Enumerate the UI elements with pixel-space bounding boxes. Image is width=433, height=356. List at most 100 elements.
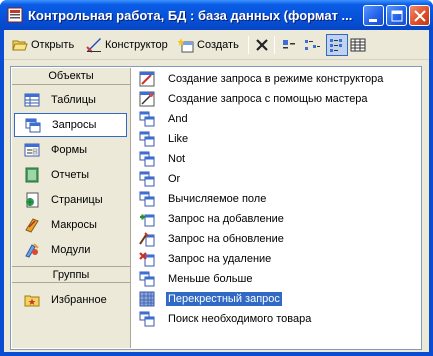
report-icon [25, 167, 39, 183]
open-button[interactable]: Открыть [12, 34, 74, 56]
designer-label: Конструктор [105, 39, 168, 51]
list-item-label: Вычисляемое поле [168, 193, 267, 205]
list-item-label: Like [168, 133, 189, 145]
wizard-design-icon [139, 71, 155, 87]
list-item-label: Запрос на добавление [168, 213, 284, 225]
select-query-icon [139, 271, 155, 287]
sidebar-item-label: Формы [51, 144, 88, 156]
table-icon [24, 93, 40, 107]
small-icons-button[interactable] [304, 34, 320, 56]
queries-list: Создание запроса в режиме конструктора С… [139, 69, 419, 339]
query-icon [25, 118, 41, 133]
toolbar-separator [274, 36, 275, 54]
sidebar-item-queries[interactable]: Запросы [14, 113, 127, 137]
window-title: Контрольная работа, БД : база данных (фо… [28, 8, 353, 23]
create-label: Создать [197, 39, 239, 51]
sidebar-item-label: Отчеты [51, 169, 90, 181]
open-icon [12, 40, 28, 51]
database-icon [7, 7, 23, 23]
sidebar-item-favorites[interactable]: Избранное [14, 288, 127, 312]
title-bar[interactable]: Контрольная работа, БД : база данных (фо… [0, 0, 433, 30]
favorites-icon [24, 295, 40, 307]
open-label: Открыть [31, 39, 75, 51]
sidebar-item-modules[interactable]: Модули [14, 238, 127, 262]
close-icon [414, 10, 426, 22]
list-item-label: Перекрестный запрос [166, 292, 282, 306]
minimize-icon [369, 19, 377, 22]
sidebar-item-label: Модули [51, 244, 91, 256]
groups-header[interactable]: Группы [12, 266, 130, 283]
sidebar-item-macros[interactable]: Макросы [14, 213, 127, 237]
list-item-delete-query[interactable]: Запрос на удаление [139, 249, 273, 269]
list-item-label: Создание запроса с помощью мастера [168, 93, 368, 105]
macro-icon [25, 218, 39, 233]
list-item-label: Меньше больше [168, 273, 253, 285]
details-view-button[interactable] [350, 34, 366, 56]
sidebar-item-tables[interactable]: Таблицы [14, 88, 127, 112]
sidebar-item-forms[interactable]: Формы [14, 138, 127, 162]
delete-query-icon [139, 252, 155, 267]
sidebar-item-label: Макросы [51, 219, 97, 231]
list-item-label: Or [168, 173, 181, 185]
large-icons-button[interactable] [281, 34, 297, 56]
sidebar-item-label: Страницы [51, 194, 103, 206]
list-item-label: Поиск необходимого товара [168, 313, 312, 325]
sidebar-item-label: Таблицы [51, 94, 96, 106]
select-query-icon [139, 171, 155, 187]
small-icons-icon [305, 40, 320, 50]
page-icon [26, 192, 39, 208]
list-item-update-query[interactable]: Запрос на обновление [139, 229, 286, 249]
list-item-less-greater[interactable]: Меньше больше [139, 269, 254, 289]
large-icons-icon [283, 40, 295, 49]
list-item-label: Создание запроса в режиме конструктора [168, 73, 384, 85]
objects-sidebar: Объекты Таблицы Запросы Формы Отчеты Стр… [12, 68, 131, 348]
append-query-icon [140, 214, 155, 227]
select-query-icon [139, 191, 155, 207]
list-item-label: Not [168, 153, 186, 165]
close-button[interactable] [409, 5, 430, 26]
list-item-calculated-field[interactable]: Вычисляемое поле [139, 189, 268, 209]
select-query-icon [139, 131, 155, 147]
toolbar-separator [248, 36, 249, 54]
select-query-icon [139, 111, 155, 127]
toolbar: Открыть Конструктор Создать [4, 30, 429, 60]
minimize-button[interactable] [363, 5, 384, 26]
maximize-button[interactable] [386, 5, 407, 26]
sidebar-item-label: Избранное [51, 294, 107, 306]
list-item-crosstab-query[interactable]: Перекрестный запрос [139, 289, 282, 309]
delete-button[interactable] [254, 34, 270, 56]
objects-header[interactable]: Объекты [12, 68, 130, 85]
list-view-button[interactable] [326, 34, 348, 56]
delete-x-icon [256, 39, 268, 51]
list-item-product-search[interactable]: Поиск необходимого товара [139, 309, 313, 329]
module-icon [25, 243, 39, 258]
database-window: Контрольная работа, БД : база данных (фо… [0, 0, 433, 356]
list-item-or[interactable]: Or [139, 169, 182, 189]
wizard-icon [139, 91, 155, 107]
form-icon [24, 143, 40, 157]
list-item-label: Запрос на обновление [168, 233, 284, 245]
list-item-create-with-wizard[interactable]: Создание запроса с помощью мастера [139, 89, 370, 109]
sidebar-item-pages[interactable]: Страницы [14, 188, 127, 212]
new-object-icon [178, 38, 194, 53]
list-item-label: Запрос на удаление [168, 253, 272, 265]
update-query-icon [139, 232, 155, 247]
list-item-and[interactable]: And [139, 109, 190, 129]
designer-button[interactable]: Конструктор [86, 34, 168, 56]
list-item-label: And [168, 113, 188, 125]
sidebar-item-reports[interactable]: Отчеты [14, 163, 127, 187]
details-view-icon [350, 38, 366, 52]
list-item-like[interactable]: Like [139, 129, 190, 149]
list-item-append-query[interactable]: Запрос на добавление [139, 209, 286, 229]
list-item-create-in-design-view[interactable]: Создание запроса в режиме конструктора [139, 69, 385, 89]
create-button[interactable]: Создать [178, 34, 239, 56]
window-client-area: Открыть Конструктор Создать Объекты Табл… [4, 30, 429, 352]
crosstab-query-icon [139, 291, 155, 307]
sidebar-item-label: Запросы [52, 119, 97, 131]
design-ruler-icon [86, 38, 101, 53]
list-view-icon [330, 39, 342, 52]
maximize-icon [391, 10, 403, 22]
database-pane: Объекты Таблицы Запросы Формы Отчеты Стр… [10, 66, 422, 350]
list-item-not[interactable]: Not [139, 149, 187, 169]
select-query-icon [139, 151, 155, 167]
